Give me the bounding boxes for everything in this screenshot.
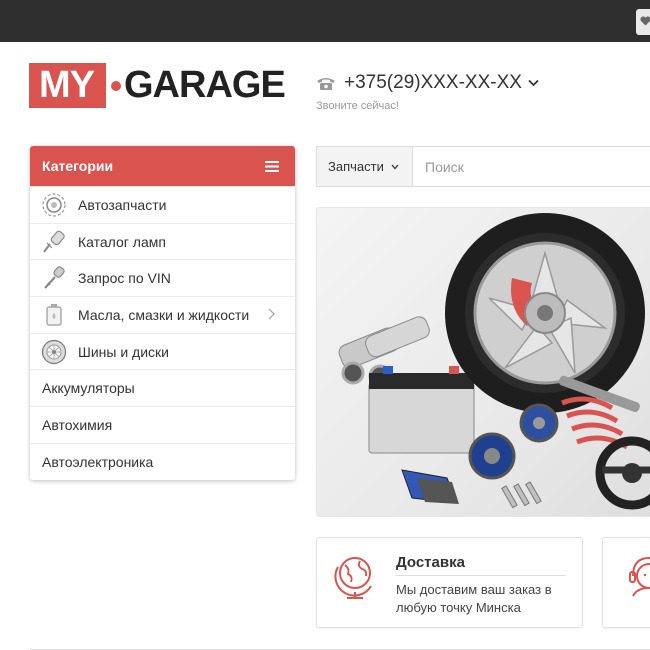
categories-header[interactable]: Категории [30,146,295,186]
category-label: Автозапчасти [78,196,167,213]
category-item-lamps[interactable]: Каталог ламп [30,222,295,260]
logo-garage: GARAGE [124,64,286,106]
phone-subtitle: Звоните сейчас! [316,100,399,112]
search-bar: Запчасти [316,146,650,187]
search-input[interactable] [413,147,650,186]
heart-icon [640,16,650,26]
top-bar-button[interactable] [636,9,650,35]
feature-text: Мы доставим ваш заказ в любую точку Минс… [396,582,552,615]
feature-title: Доставка [396,554,465,571]
auto-parts-illustration [338,213,650,510]
key-icon [40,264,68,292]
hamburger-menu-icon[interactable] [265,160,279,172]
gear-icon [40,191,68,219]
site-logo[interactable]: MY GARAGE [29,63,286,108]
categories-panel: Категории Автозапчасти Каталог ламп Запр… [30,146,295,480]
chevron-down-icon[interactable] [528,79,539,87]
category-label: Каталог ламп [78,233,166,250]
lamp-icon [40,228,68,256]
category-label: Запрос по VIN [78,270,171,287]
category-item-electronics[interactable]: Автоэлектроника [30,442,295,480]
chevron-right-icon [268,308,275,320]
category-label: Масла, смазки и жидкости [78,306,250,323]
oil-can-icon [40,301,68,329]
category-label: Аккумуляторы [42,380,135,397]
phone-number[interactable]: +375(29)XXX-XX-XX [344,72,522,94]
category-item-vin[interactable]: Запрос по VIN [30,259,295,296]
category-label: Шины и диски [78,343,169,360]
feature-divider [396,575,566,576]
tire-icon [40,338,68,366]
search-category-value: Запчасти [328,159,384,174]
feature-card-support[interactable] [602,537,650,628]
category-label: Автоэлектроника [42,453,154,470]
feature-card-delivery[interactable]: Доставка Мы доставим ваш заказ в любую т… [316,537,583,628]
chevron-down-icon [391,164,399,169]
top-bar [0,0,650,42]
logo-dot [111,80,121,91]
category-item-autoparts[interactable]: Автозапчасти [30,186,295,223]
phone-block[interactable]: +375(29)XXX-XX-XX [316,72,539,94]
category-label: Автохимия [42,416,113,433]
category-item-tires[interactable]: Шины и диски [30,332,295,370]
logo-my: MY [29,63,106,108]
categories-title: Категории [42,158,114,174]
globe-icon [334,557,372,599]
phone-icon [317,77,335,90]
support-agent-icon [629,556,650,597]
category-item-oils[interactable]: Масла, смазки и жидкости [30,296,295,333]
search-category-select[interactable]: Запчасти [317,147,413,186]
category-item-autochemistry[interactable]: Автохимия [30,406,295,443]
hero-banner-image[interactable] [316,207,650,517]
category-item-batteries[interactable]: Аккумуляторы [30,369,295,406]
